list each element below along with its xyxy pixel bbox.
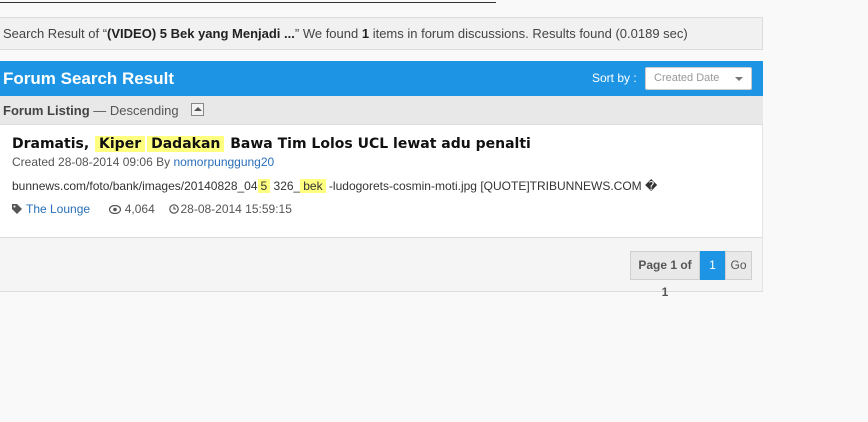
go-button[interactable]: Go [725, 251, 752, 280]
pagination-bar: Page 1 of 1 1 Go [0, 238, 763, 299]
result-snippet: bunnews.com/foto/bank/images/20140828_04… [12, 179, 657, 193]
summary-count: 1 [361, 26, 370, 41]
pagination: Page 1 of 1 1 Go [630, 251, 752, 299]
page-1-button[interactable]: 1 [700, 251, 725, 280]
result-title-text: Dramatis, [12, 136, 95, 152]
clock-icon [169, 203, 180, 217]
summary-prefix: Search Result of “ [3, 26, 108, 41]
view-count: 4,064 [124, 202, 155, 216]
sort-label: Sort by : [592, 71, 637, 85]
highlight-term: 5 [257, 179, 271, 193]
listing-order: — Descending [89, 103, 179, 118]
chevron-down-icon [735, 77, 743, 81]
highlight-term: Dadakan [147, 136, 225, 152]
forum-search-header: Forum Search Result Sort by : Created Da… [0, 61, 763, 96]
summary-middle: ” We found [294, 26, 362, 41]
highlight-term: bek [300, 179, 326, 193]
search-result-item: Dramatis, Kiper Dadakan Bawa Tim Lolos UC… [0, 125, 763, 238]
author-link[interactable]: nomorpunggung20 [173, 155, 274, 169]
search-result-summary: Search Result of “(VIDEO) 5 Bek yang Men… [0, 17, 763, 50]
snippet-text: -ludogorets-cosmin-moti.jpg [QUOTE]TRIBU… [325, 179, 658, 193]
sort-select[interactable]: Created Date [645, 67, 752, 90]
forum-link[interactable]: The Lounge [26, 202, 90, 216]
last-post-date: 28-08-2014 15:59:15 [180, 202, 292, 216]
snippet-text: 326_ [270, 179, 301, 193]
eye-icon [108, 203, 121, 217]
forum-listing-bar: Forum Listing — Descending [0, 96, 763, 125]
summary-query: (VIDEO) 5 Bek yang Menjadi ... [107, 26, 295, 41]
result-stats: The Lounge 4,064 28-08-2014 15:59:15 [12, 202, 292, 217]
created-info: Created 28-08-2014 09:06 By [12, 155, 174, 169]
tag-icon [12, 203, 22, 217]
highlight-term: Kiper [95, 136, 146, 152]
snippet-text: bunnews.com/foto/bank/images/20140828_04 [12, 179, 258, 193]
result-meta: Created 28-08-2014 09:06 By nomorpunggun… [12, 155, 274, 169]
collapse-icon[interactable] [191, 103, 204, 116]
summary-suffix: items in forum discussions. Results foun… [369, 26, 688, 41]
top-divider [0, 0, 496, 3]
result-title-text: Bawa Tim Lolos UCL lewat adu penalti [225, 136, 531, 152]
panel-title: Forum Search Result [3, 69, 174, 88]
result-title-link[interactable]: Dramatis, Kiper Dadakan Bawa Tim Lolos UC… [12, 136, 531, 152]
page-info: Page 1 of 1 [630, 251, 700, 299]
sort-select-value: Created Date [654, 72, 720, 84]
listing-label: Forum Listing [3, 103, 90, 118]
